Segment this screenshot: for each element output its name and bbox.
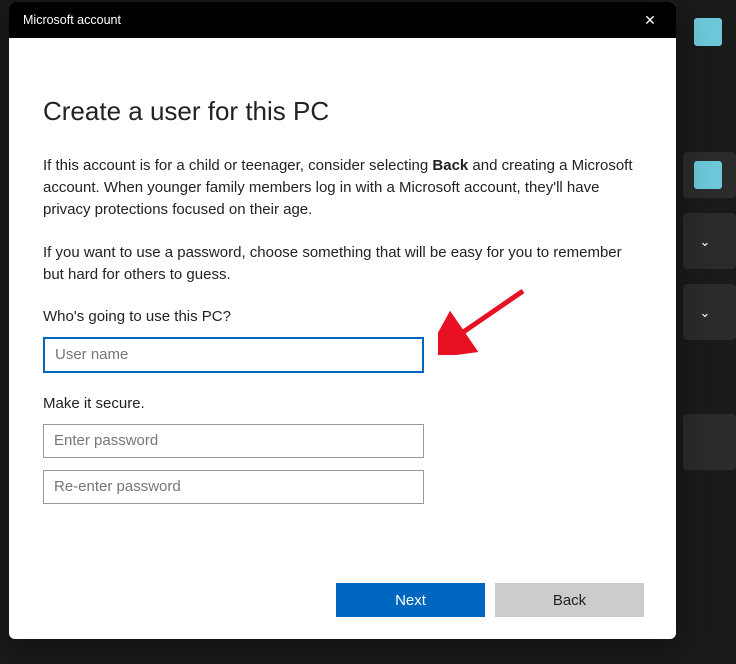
para1-pre: If this account is for a child or teenag… [43,157,432,174]
content-area: Create a user for this PC If this accoun… [9,38,676,504]
window-title: Microsoft account [23,13,121,27]
para1-bold: Back [432,157,468,174]
bg-tile [694,161,722,189]
back-button[interactable]: Back [495,583,644,617]
close-icon[interactable]: ✕ [640,12,660,29]
bg-row [683,414,736,470]
who-label: Who's going to use this PC? [43,308,642,325]
password-input[interactable] [43,424,424,458]
secure-label: Make it secure. [43,395,642,412]
intro-paragraph-1: If this account is for a child or teenag… [43,155,641,220]
next-button[interactable]: Next [336,583,485,617]
chevron-down-icon: ⌄ [698,305,712,321]
account-dialog: Microsoft account ✕ Create a user for th… [9,2,676,639]
chevron-down-icon: ⌄ [698,234,712,250]
page-title: Create a user for this PC [43,96,642,127]
password-confirm-input[interactable] [43,470,424,504]
titlebar: Microsoft account ✕ [9,2,676,38]
secure-group: Make it secure. [43,395,642,504]
username-input[interactable] [43,337,424,373]
intro-paragraph-2: If you want to use a password, choose so… [43,242,641,286]
bg-tile [694,18,722,46]
who-group: Who's going to use this PC? [43,308,642,373]
dialog-footer: Next Back [336,583,644,617]
